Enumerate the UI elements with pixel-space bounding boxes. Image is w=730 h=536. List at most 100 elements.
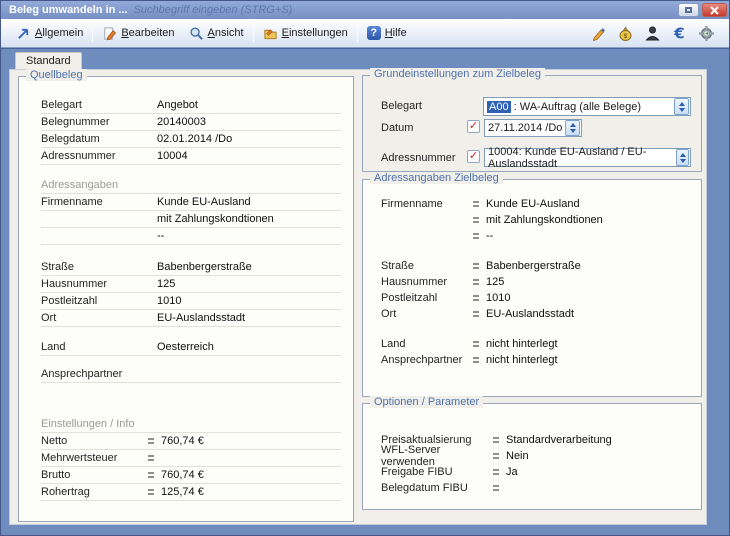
signature-pen-icon[interactable]	[589, 24, 607, 42]
menu-item-bearbeiten[interactable]: Bearbeiten	[95, 24, 181, 43]
equals-status-icon	[493, 437, 499, 443]
spin-down-icon	[570, 129, 576, 133]
window-title: Beleg umwandeln in ...	[9, 4, 128, 16]
label-zielbeleg-belegart: Belegart	[381, 100, 422, 112]
equals-status-icon	[493, 453, 499, 459]
adressnummer-checkbox[interactable]: ✓	[467, 150, 480, 163]
svg-text:€: €	[673, 25, 684, 42]
field-row-land: LandOesterreich	[41, 339, 341, 356]
equals-status-icon	[148, 489, 154, 495]
equals-status-icon	[473, 263, 479, 269]
equals-status-icon	[493, 469, 499, 475]
groupbox-grundeinstellungen-title: Grundeinstellungen zum Zielbeleg	[370, 68, 545, 80]
belegart-spinner[interactable]	[674, 98, 689, 115]
menu-item-ansicht[interactable]: Ansicht	[182, 24, 251, 43]
datum-spinner[interactable]	[565, 120, 580, 136]
app-window: Beleg umwandeln in ... Suchbegriff einge…	[0, 0, 730, 536]
menu-separator	[253, 24, 254, 42]
target-row-strasse: StraßeBabenbergerstraße	[381, 258, 691, 274]
person-icon[interactable]	[643, 24, 661, 42]
money-bag-icon[interactable]: $	[616, 24, 634, 42]
field-row-belegdatum: Belegdatum02.01.2014 /Do	[41, 131, 341, 148]
belegart-text: : WA-Auftrag (alle Belege)	[511, 101, 641, 113]
equals-status-icon	[473, 357, 479, 363]
menu-item-allgemein[interactable]: Allgemein	[9, 24, 90, 43]
equals-status-icon	[148, 455, 154, 461]
edit-document-icon	[102, 26, 117, 41]
belegart-combobox[interactable]: A00 : WA-Auftrag (alle Belege)	[483, 97, 691, 116]
option-row-wfl-server: WFL-Server verwendenNein	[381, 448, 691, 464]
spin-up-icon	[679, 102, 685, 106]
field-row-hausnummer: Hausnummer125	[41, 276, 341, 293]
title-bar: Beleg umwandeln in ... Suchbegriff einge…	[1, 1, 730, 19]
adressnummer-spinner[interactable]	[676, 149, 689, 166]
equals-status-icon	[473, 201, 479, 207]
close-button[interactable]	[702, 3, 727, 17]
close-icon	[710, 6, 719, 15]
maximize-icon	[685, 7, 692, 13]
target-row-firmenname-3: --	[381, 228, 691, 244]
target-row-ort: OrtEU-Auslandsstadt	[381, 306, 691, 322]
belegart-selected-code: A00	[487, 101, 511, 113]
magnifier-icon	[189, 26, 204, 41]
menu-item-einstellungen[interactable]: Einstellungen	[256, 24, 355, 43]
adressnummer-combobox[interactable]: 10004: Kunde EU-Ausland / EU-Auslandssta…	[484, 148, 691, 167]
field-row-rohertrag: Rohertrag125,74 €	[41, 484, 341, 501]
field-row-firmenname-3: --	[41, 228, 341, 245]
label-zielbeleg-datum: Datum	[381, 122, 413, 134]
window-body: Standard Quellbeleg BelegartAngebot Bele…	[1, 48, 730, 536]
option-row-freigabe-fibu: Freigabe FIBUJa	[381, 464, 691, 480]
label-zielbeleg-adressnummer: Adressnummer	[381, 152, 456, 164]
field-row-belegart: BelegartAngebot	[41, 97, 341, 114]
field-row-netto: Netto760,74 €	[41, 433, 341, 450]
field-row-firmenname: FirmennameKunde EU-Ausland	[41, 194, 341, 211]
equals-status-icon	[473, 295, 479, 301]
target-row-ansprechpartner: Ansprechpartnernicht hinterlegt	[381, 352, 691, 368]
groupbox-adressangaben-zielbeleg: Adressangaben Zielbeleg FirmennameKunde …	[362, 179, 702, 397]
field-row-ort: OrtEU-Auslandsstadt	[41, 310, 341, 327]
groupbox-grundeinstellungen: Grundeinstellungen zum Zielbeleg Belegar…	[362, 75, 702, 172]
groupbox-optionen-parameter-title: Optionen / Parameter	[370, 396, 483, 408]
field-row-belegnummer: Belegnummer20140003	[41, 114, 341, 131]
arrow-up-right-icon	[16, 26, 31, 41]
datum-field[interactable]: 27.11.2014 /Do	[484, 119, 582, 137]
field-row-adressnummer: Adressnummer10004	[41, 148, 341, 165]
gear-icon[interactable]	[697, 24, 715, 42]
equals-status-icon	[473, 217, 479, 223]
spin-up-icon	[680, 153, 686, 157]
target-row-hausnummer: Hausnummer125	[381, 274, 691, 290]
menu-separator	[357, 24, 358, 42]
menu-bar: Allgemein Bearbeiten Ansicht Einstellung…	[1, 19, 730, 48]
equals-status-icon	[148, 472, 154, 478]
help-icon: ?	[367, 26, 381, 40]
menu-item-hilfe[interactable]: ? Hilfe	[360, 24, 414, 42]
field-row-mehrwertsteuer: Mehrwertsteuer	[41, 450, 341, 467]
field-row-postleitzahl: Postleitzahl1010	[41, 293, 341, 310]
datum-value: 27.11.2014 /Do	[488, 122, 562, 134]
field-row-brutto: Brutto760,74 €	[41, 467, 341, 484]
groupbox-quellbeleg: Quellbeleg BelegartAngebot Belegnummer20…	[18, 76, 354, 522]
target-row-firmenname: FirmennameKunde EU-Ausland	[381, 196, 691, 212]
groupbox-optionen-parameter: Optionen / Parameter PreisaktualsierungS…	[362, 403, 702, 510]
settings-folder-icon	[263, 26, 278, 41]
maximize-button[interactable]	[678, 3, 699, 17]
target-row-postleitzahl: Postleitzahl1010	[381, 290, 691, 306]
equals-status-icon	[473, 311, 479, 317]
menu-separator	[92, 24, 93, 42]
tab-standard[interactable]: Standard	[15, 52, 82, 70]
titlebar-search-hint[interactable]: Suchbegriff eingeben (STRG+S)	[134, 4, 293, 16]
euro-icon[interactable]: €	[670, 24, 688, 42]
target-row-firmenname-2: mit Zahlungskondtionen	[381, 212, 691, 228]
equals-status-icon	[473, 279, 479, 285]
field-row-ansprechpartner: Ansprechpartner	[41, 366, 341, 383]
section-header-adressangaben: Adressangaben	[41, 177, 341, 194]
groupbox-quellbeleg-title: Quellbeleg	[26, 69, 87, 81]
spin-down-icon	[680, 159, 686, 163]
datum-checkbox[interactable]: ✓	[467, 120, 480, 133]
equals-status-icon	[148, 438, 154, 444]
groupbox-adressangaben-zielbeleg-title: Adressangaben Zielbeleg	[370, 172, 503, 184]
content-panel: Quellbeleg BelegartAngebot Belegnummer20…	[9, 69, 707, 525]
section-header-einstellungen-info: Einstellungen / Info	[41, 416, 341, 433]
adressnummer-value: 10004: Kunde EU-Ausland / EU-Auslandssta…	[488, 146, 676, 170]
spin-up-icon	[570, 123, 576, 127]
